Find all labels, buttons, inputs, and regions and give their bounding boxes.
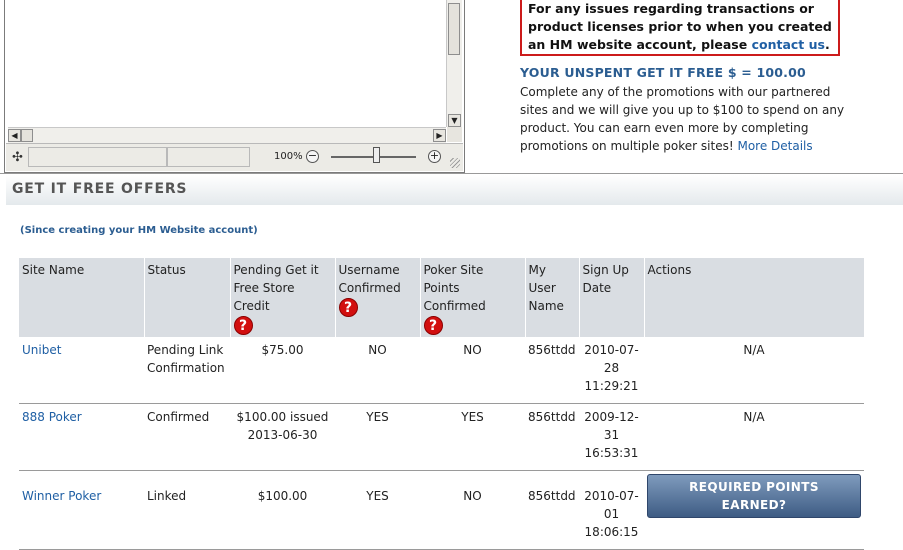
scroll-down-arrow-icon[interactable]: ▼ <box>448 114 461 127</box>
username-confirmed-cell: NO <box>335 337 420 404</box>
credit-cell: $100.00 <box>230 470 335 550</box>
offers-table: Site Name Status Pending Get it Free Sto… <box>19 258 864 550</box>
status-cell <box>167 147 250 167</box>
col-username-label: Username Confirmed <box>338 263 401 295</box>
unspent-description: Complete any of the promotions with our … <box>520 83 850 155</box>
action-cell: N/A <box>644 403 864 471</box>
zoom-slider-handle[interactable] <box>373 147 380 163</box>
contact-us-link[interactable]: contact us <box>752 37 825 52</box>
signup-date-cell: 2010-07-28 11:29:21 <box>579 337 644 404</box>
help-icon[interactable]: ? <box>233 316 253 335</box>
move-icon[interactable]: ✣ <box>12 150 23 165</box>
username-confirmed-cell: YES <box>335 470 420 550</box>
status-cell: Linked <box>144 470 230 550</box>
unspent-balance-title: YOUR UNSPENT GET IT FREE $ = 100.00 <box>520 65 806 80</box>
scrollbar-corner <box>447 127 462 142</box>
action-cell: REQUIRED POINTS EARNED? <box>644 470 864 550</box>
site-link[interactable]: Winner Poker <box>22 489 101 503</box>
horizontal-scrollbar[interactable]: ◀ ▶ <box>8 127 446 143</box>
viewer-status-bar: ✣ 100% − + <box>6 143 463 171</box>
scroll-right-arrow-icon[interactable]: ▶ <box>433 129 446 142</box>
zoom-level: 100% <box>274 151 303 162</box>
offers-title: GET IT FREE OFFERS <box>12 181 188 197</box>
scroll-left-arrow-icon[interactable]: ◀ <box>8 129 21 142</box>
table-header-row: Site Name Status Pending Get it Free Sto… <box>19 258 864 337</box>
section-divider <box>0 173 903 174</box>
resize-grip-icon[interactable] <box>450 158 460 168</box>
action-cell: N/A <box>644 337 864 404</box>
col-points-confirmed: Poker Site Points Confirmed ? <box>420 258 526 337</box>
table-row: Winner Poker Linked $100.00 YES NO 856tt… <box>19 470 864 550</box>
status-cell <box>28 147 167 167</box>
horizontal-scroll-thumb[interactable] <box>21 129 33 142</box>
credit-cell: $100.00 issued 2013-06-30 <box>230 403 335 471</box>
site-link[interactable]: 888 Poker <box>22 410 82 424</box>
more-details-link[interactable]: More Details <box>737 139 812 153</box>
user-name-cell: 856ttdd <box>525 403 579 471</box>
transaction-notice: For any issues regarding transactions or… <box>520 0 840 56</box>
col-pending-credit: Pending Get it Free Store Credit ? <box>230 258 336 337</box>
table-row: Unibet Pending Link Confirmation $75.00 … <box>19 337 864 404</box>
offers-section-header: GET IT FREE OFFERS <box>6 175 903 205</box>
points-confirmed-cell: NO <box>420 337 525 404</box>
embedded-viewer: ▼ ◀ ▶ ✣ 100% − + <box>4 0 465 173</box>
signup-date-cell: 2009-12-31 16:53:31 <box>579 403 644 471</box>
zoom-out-icon[interactable]: − <box>306 150 319 163</box>
site-link[interactable]: Unibet <box>22 343 61 357</box>
since-note: (Since creating your HM Website account) <box>20 225 258 236</box>
required-points-earned-button[interactable]: REQUIRED POINTS EARNED? <box>647 474 861 518</box>
signup-date-cell: 2010-07-01 18:06:15 <box>579 470 644 550</box>
col-signup-date: Sign Up Date <box>579 258 645 337</box>
user-name-cell: 856ttdd <box>525 470 579 550</box>
table-row: 888 Poker Confirmed $100.00 issued 2013-… <box>19 403 864 471</box>
col-user-name: My User Name <box>525 258 580 337</box>
col-username-confirmed: Username Confirmed ? <box>335 258 421 337</box>
vertical-scrollbar[interactable]: ▼ <box>446 0 462 127</box>
zoom-in-icon[interactable]: + <box>428 150 441 163</box>
points-confirmed-cell: NO <box>420 470 525 550</box>
points-confirmed-cell: YES <box>420 403 525 471</box>
notice-period: . <box>824 37 830 52</box>
help-icon[interactable]: ? <box>338 298 358 317</box>
status-cell: Pending Link Confirmation <box>144 337 230 404</box>
col-actions: Actions <box>644 258 864 337</box>
status-cell: Confirmed <box>144 403 230 471</box>
col-status: Status <box>144 258 231 337</box>
help-icon[interactable]: ? <box>423 316 443 335</box>
user-name-cell: 856ttdd <box>525 337 579 404</box>
username-confirmed-cell: YES <box>335 403 420 471</box>
vertical-scroll-thumb[interactable] <box>448 3 460 55</box>
col-pending-credit-label: Pending Get it Free Store Credit <box>233 263 319 313</box>
col-site-name: Site Name <box>19 258 145 337</box>
col-points-label: Poker Site Points Confirmed <box>423 263 486 313</box>
credit-cell: $75.00 <box>230 337 335 404</box>
